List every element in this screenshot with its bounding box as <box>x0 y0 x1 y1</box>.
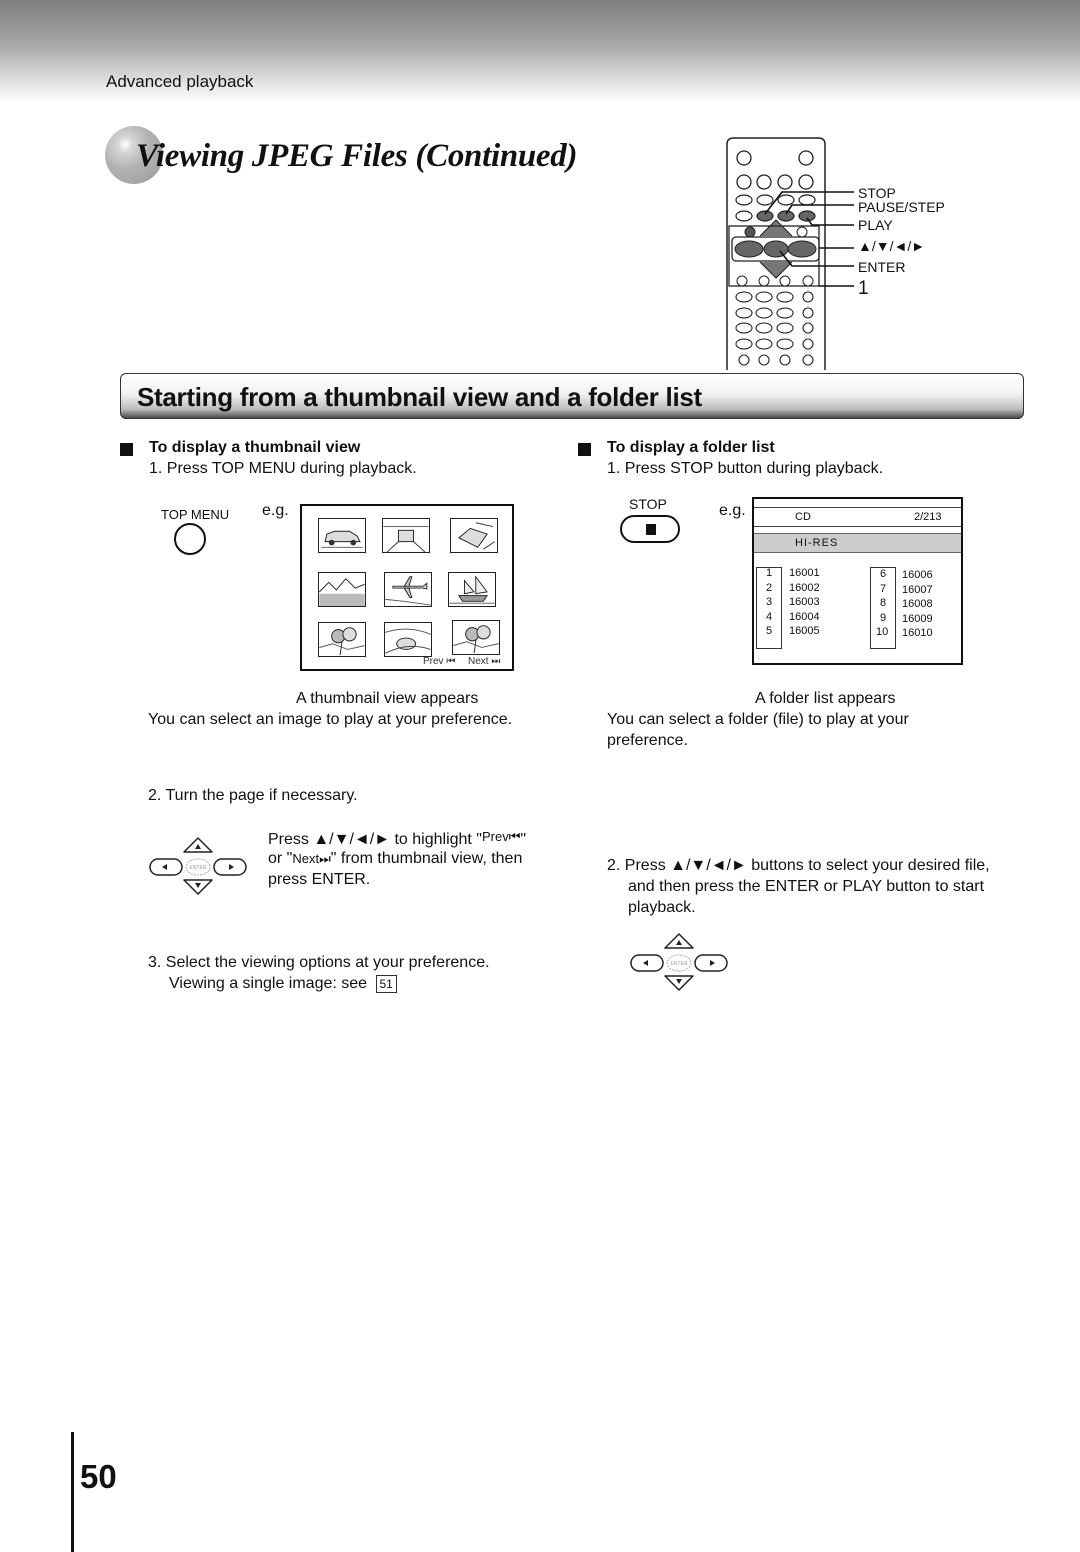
folder-item-number: 8 <box>880 597 887 609</box>
step-2-detail-text: Press ▲/▼/◄/► to highlight " <box>268 831 482 848</box>
step-2-detail-quote: " <box>520 831 527 848</box>
dpad-enter-label: ENTER <box>190 865 207 871</box>
folder-step-2-line-3: playback. <box>628 899 696 916</box>
next-inline-label: Next⏭ <box>292 851 331 866</box>
page-reference-link[interactable]: 51 <box>375 975 397 993</box>
remote-label-enter: ENTER <box>858 259 906 275</box>
folder-counter: 2/213 <box>914 511 942 523</box>
stop-square-icon <box>646 524 656 535</box>
thumbnail-heading: To display a thumbnail view <box>149 439 361 456</box>
thumbnail-step-3-ref-line: Viewing a single image: see 51 <box>169 975 397 993</box>
remote-control-icon <box>726 137 854 370</box>
step-2-detail-text: " from thumbnail view, then <box>330 850 523 867</box>
folder-item-number: 3 <box>766 596 773 608</box>
dpad-icon: ENTER <box>630 933 728 991</box>
remote-label-pause-step: PAUSE/STEP <box>858 199 945 215</box>
folder-item-number: 1 <box>766 567 773 579</box>
top-menu-button-icon <box>174 523 206 555</box>
folder-list-step-1: 1. Press STOP button during playback. <box>607 460 884 477</box>
folder-result-line-2: You can select a folder (file) to play a… <box>607 711 909 728</box>
thumbnail-car-angle <box>450 518 498 553</box>
folder-eg-label: e.g. <box>719 502 746 519</box>
folder-result-line-1: A folder list appears <box>755 690 896 707</box>
thumbnail-flowers-2 <box>452 620 500 655</box>
thumbnail-mountains <box>318 572 366 607</box>
thumbnail-view-screen: Prev ⏮ Next ⏭ <box>300 504 514 671</box>
folder-item-name: 16004 <box>789 611 820 623</box>
remote-label-play: PLAY <box>858 217 893 233</box>
folder-item-name: 16006 <box>902 569 933 581</box>
thumbnail-car-front <box>382 518 430 553</box>
folder-item-number: 7 <box>880 583 887 595</box>
top-menu-button-label: TOP MENU <box>161 507 230 522</box>
folder-item-name: 16001 <box>789 567 820 579</box>
folder-item-number: 10 <box>876 626 889 638</box>
stop-button-icon <box>620 515 680 543</box>
dpad-icon: ENTER <box>149 837 247 895</box>
folder-item-name: 16007 <box>902 584 933 596</box>
thumbnail-car-road <box>384 622 432 657</box>
page-number-rule <box>71 1432 74 1552</box>
folder-item-name: 16008 <box>902 598 933 610</box>
bullet-square-icon <box>578 443 591 456</box>
page-number: 50 <box>80 1458 117 1495</box>
folder-item-name: 16005 <box>789 625 820 637</box>
folder-item-number: 4 <box>766 611 773 623</box>
folder-step-2-line-2: and then press the ENTER or PLAY button … <box>628 878 985 895</box>
prev-inline-label: Prev⏮ <box>481 829 521 844</box>
thumbnail-flowers <box>318 622 366 657</box>
thumbnail-prev-link[interactable]: Prev ⏮ <box>423 656 455 667</box>
folder-item-name: 16009 <box>902 613 933 625</box>
stop-button-label: STOP <box>629 496 667 512</box>
thumbnail-step-3: 3. Select the viewing options at your pr… <box>148 954 490 971</box>
folder-list-header-bar: CD 2/213 <box>754 507 961 527</box>
folder-item-name: 16003 <box>789 596 820 608</box>
thumbnail-sailing-ship <box>448 572 496 607</box>
step-2-detail-text: or " <box>268 850 293 867</box>
dpad-illustration-right: ENTER <box>629 930 729 994</box>
folder-item-number: 2 <box>766 582 773 594</box>
thumbnail-eg-label: e.g. <box>262 502 289 519</box>
step-2-detail-line-2: or "Next⏭" from thumbnail view, then <box>268 850 522 868</box>
thumbnail-car-side <box>318 518 366 553</box>
bullet-square-icon <box>120 443 133 456</box>
section-banner-title: Starting from a thumbnail view and a fol… <box>137 382 702 412</box>
remote-control-illustration: STOP PAUSE/STEP PLAY ▲/▼/◄/► ENTER 1 <box>722 136 962 370</box>
dpad-illustration-left: ENTER <box>148 834 248 898</box>
section-banner: Starting from a thumbnail view and a fol… <box>120 373 1024 419</box>
folder-list-screen: CD 2/213 HI-RES 1 16001 2 16002 3 16003 4 16… <box>752 497 963 665</box>
thumbnail-step-2: 2. Turn the page if necessary. <box>148 787 358 804</box>
thumbnail-airplane <box>384 572 432 607</box>
step-2-detail-line-3: press ENTER. <box>268 871 371 888</box>
dpad-enter-label: ENTER <box>671 961 688 967</box>
folder-step-2-line-1: 2. Press ▲/▼/◄/► buttons to select your … <box>607 857 990 874</box>
remote-label-step-1: 1 <box>858 278 869 299</box>
step-2-detail-line-1: Press ▲/▼/◄/► to highlight "Prev⏮" <box>268 829 526 849</box>
folder-item-number: 6 <box>880 568 887 580</box>
thumbnail-next-link[interactable]: Next ⏭ <box>468 656 500 667</box>
section-label: Advanced playback <box>106 72 254 91</box>
thumbnail-result-line-2: You can select an image to play at your … <box>148 711 513 728</box>
folder-name-bar: HI-RES <box>754 533 961 553</box>
folder-item-name: 16002 <box>789 582 820 594</box>
step-3-ref-text: Viewing a single image: see <box>169 975 368 992</box>
folder-item-number: 5 <box>766 625 773 637</box>
folder-item-number: 9 <box>880 612 887 624</box>
folder-source: CD <box>795 511 811 523</box>
thumbnail-step-1: 1. Press TOP MENU during playback. <box>149 460 417 477</box>
thumbnail-result-line-1: A thumbnail view appears <box>296 690 479 707</box>
page-title: Viewing JPEG Files (Continued) <box>136 138 578 174</box>
folder-result-line-3: preference. <box>607 732 688 749</box>
folder-item-name: 16010 <box>902 627 933 639</box>
folder-name: HI-RES <box>795 537 839 549</box>
folder-list-heading: To display a folder list <box>607 439 775 456</box>
remote-label-arrows: ▲/▼/◄/► <box>858 238 926 254</box>
